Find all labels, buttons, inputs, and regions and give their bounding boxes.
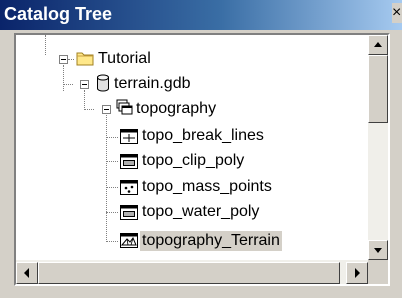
folder-icon [76,52,94,66]
tree-item-topo-clip-poly[interactable]: topo_clip_poly [140,151,246,171]
geodatabase-icon [97,74,109,92]
scrollbar-corner [368,260,388,284]
vertical-scroll-thumb[interactable] [368,55,388,123]
scroll-down-button[interactable] [368,240,388,260]
terrain-icon [120,233,138,248]
arrow-right-icon [355,268,360,278]
arrow-down-icon [374,248,382,253]
point-feature-class-icon [120,180,138,195]
feature-dataset-icon [116,99,133,115]
tree-guide-line [84,90,85,110]
tree-item-topo-mass-points[interactable]: topo_mass_points [140,177,274,197]
tree-guide-line [106,161,118,162]
tree-item-terrain-gdb[interactable]: terrain.gdb [112,74,193,94]
close-button[interactable]: × [392,3,402,23]
scroll-up-button[interactable] [368,35,388,55]
tree-guide-line [63,84,73,85]
tree-guide-line [106,241,118,242]
tree-item-topo-break-lines[interactable]: topo_break_lines [140,126,266,146]
tree-guide-line [106,187,118,188]
line-feature-class-icon [120,129,138,144]
tree-view[interactable]: Tutorial terrain.gdb topography topo_bre… [16,35,368,260]
title-bar[interactable]: Catalog Tree × [0,0,402,30]
scroll-left-button[interactable] [16,262,38,284]
collapse-toggle[interactable] [102,105,111,114]
polygon-feature-class-icon [120,154,138,169]
collapse-toggle[interactable] [80,80,89,89]
tree-guide-line [106,137,118,138]
polygon-feature-class-icon [120,205,138,220]
tree-guide-line [84,109,94,110]
tree-item-topography-terrain[interactable]: topography_Terrain [140,231,282,251]
scroll-right-button[interactable] [346,262,368,284]
horizontal-scrollbar[interactable] [16,260,368,284]
tree-guide-line [106,115,107,242]
horizontal-scroll-thumb[interactable] [38,262,340,284]
catalog-tree-window: Catalog Tree × Tutorial terrain.gdb topo… [0,0,402,298]
vertical-scrollbar[interactable] [368,35,388,260]
arrow-up-icon [374,42,382,47]
tree-item-topo-water-poly[interactable]: topo_water_poly [140,202,261,222]
collapse-toggle[interactable] [59,55,68,64]
window-title: Catalog Tree [4,4,113,24]
tree-panel: Tutorial terrain.gdb topography topo_bre… [14,33,390,286]
tree-guide-line [45,35,46,55]
tree-item-tutorial[interactable]: Tutorial [96,49,153,69]
arrow-left-icon [24,268,29,278]
tree-guide-line [68,59,74,60]
tree-guide-line [63,65,64,91]
tree-item-topography[interactable]: topography [134,99,218,119]
tree-guide-line [106,212,118,213]
